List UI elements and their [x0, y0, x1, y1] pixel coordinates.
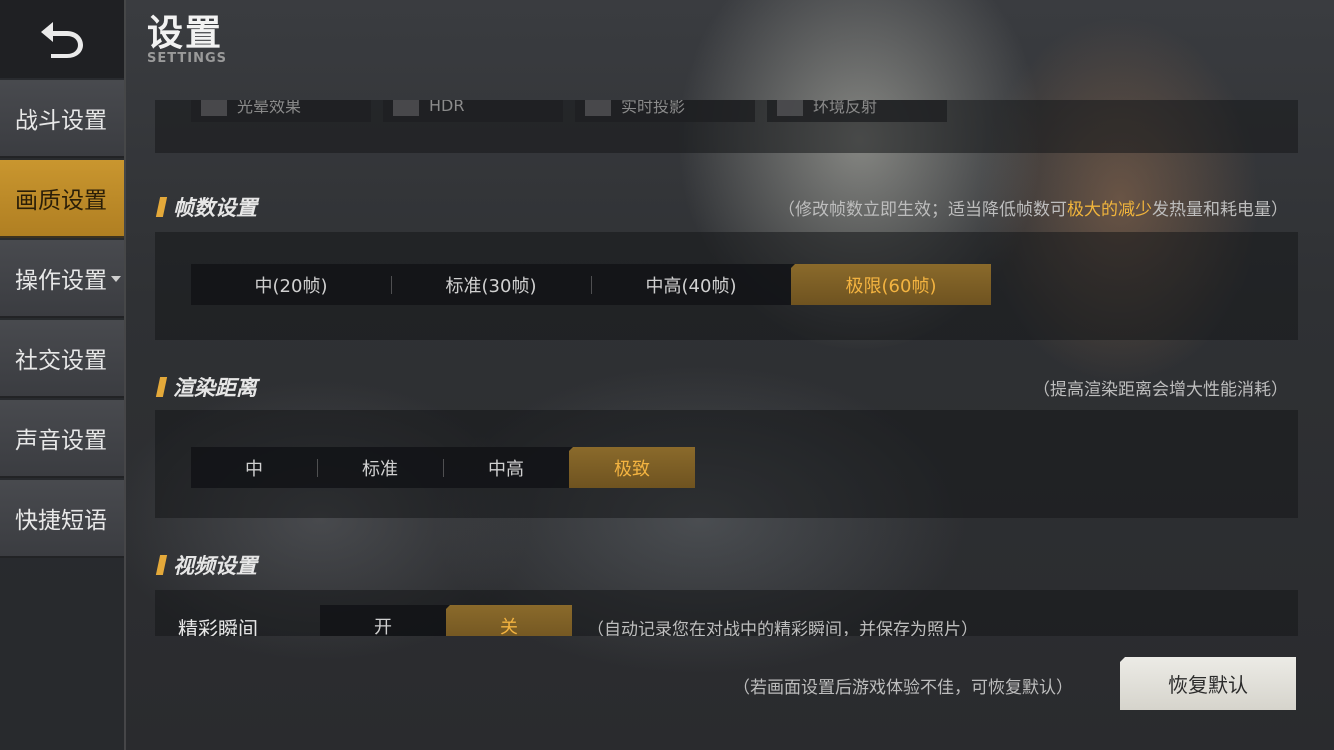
render-option-ultra[interactable]: 极致 [569, 447, 695, 488]
sidebar-item-controls[interactable]: 操作设置 [0, 240, 124, 318]
back-button[interactable] [0, 0, 124, 78]
sidebar-item-quick-phrases[interactable]: 快捷短语 [0, 480, 124, 558]
effect-option-env-reflection[interactable]: 环境反射 [767, 100, 947, 122]
section-marker [155, 555, 168, 575]
checkbox-icon [777, 100, 803, 116]
highlight-moment-toggle: 开 关 [320, 605, 572, 636]
sidebar-item-social[interactable]: 社交设置 [0, 320, 124, 398]
page-title: 设置 [147, 13, 224, 54]
render-option-medium[interactable]: 中 [191, 447, 317, 488]
section-marker [155, 377, 168, 397]
section-note: （提高渲染距离会增大性能消耗） [1033, 379, 1288, 400]
sidebar-item-label: 操作设置 [15, 268, 107, 294]
frame-option-30[interactable]: 标准(30帧) [391, 264, 591, 305]
sidebar-item-label: 画质设置 [15, 188, 107, 214]
frame-option-40[interactable]: 中高(40帧) [591, 264, 791, 305]
highlight-moment-label: 精彩瞬间 [178, 617, 258, 636]
video-header: 视频设置 [155, 550, 1298, 580]
render-distance-selector: 中 标准 中高 极致 [191, 447, 695, 488]
effect-option-realtime-shadow[interactable]: 实时投影 [575, 100, 755, 122]
highlight-on-option[interactable]: 开 [320, 605, 446, 637]
effect-label: 光晕效果 [237, 100, 302, 116]
settings-content[interactable]: 光晕效果 HDR 实时投影 环境反射 帧数设置 （修改帧数立即生效；适当降低帧数… [155, 100, 1298, 636]
section-note: （修改帧数立即生效；适当降低帧数可极大的减少发热量和耗电量） [778, 199, 1288, 220]
render-option-standard[interactable]: 标准 [317, 447, 443, 488]
sidebar-item-sound[interactable]: 声音设置 [0, 400, 124, 478]
page-header: 设置 SETTINGS [147, 13, 228, 66]
sidebar-item-label: 快捷短语 [15, 508, 107, 534]
section-title: 渲染距离 [173, 376, 257, 400]
frame-option-20[interactable]: 中(20帧) [191, 264, 391, 305]
effect-option-hdr[interactable]: HDR [383, 100, 563, 122]
highlight-moment-note: （自动记录您在对战中的精彩瞬间，并保存为照片） [587, 620, 978, 636]
effect-label: 实时投影 [621, 100, 686, 116]
checkbox-icon [393, 100, 419, 116]
render-distance-panel: 中 标准 中高 极致 [155, 410, 1298, 518]
section-title: 帧数设置 [173, 196, 257, 220]
highlight-off-option[interactable]: 关 [446, 605, 572, 636]
reset-default-button[interactable]: 恢复默认 [1120, 657, 1296, 710]
sidebar-item-label: 社交设置 [15, 348, 107, 374]
sidebar-item-label: 战斗设置 [15, 108, 107, 134]
reset-hint: （若画面设置后游戏体验不佳，可恢复默认） [733, 678, 1073, 698]
frame-rate-header: 帧数设置 （修改帧数立即生效；适当降低帧数可极大的减少发热量和耗电量） [155, 192, 1298, 222]
effect-option-bloom[interactable]: 光晕效果 [191, 100, 371, 122]
caret-down-icon [111, 276, 121, 282]
section-marker [155, 197, 168, 217]
sidebar: 战斗设置 画质设置 操作设置 社交设置 声音设置 快捷短语 [0, 0, 126, 750]
back-arrow-icon [41, 22, 83, 58]
page-subtitle: SETTINGS [147, 51, 228, 66]
video-panel: 精彩瞬间 开 关 （自动记录您在对战中的精彩瞬间，并保存为照片） [155, 590, 1298, 636]
frame-rate-selector: 中(20帧) 标准(30帧) 中高(40帧) 极限(60帧) [191, 264, 991, 305]
effect-label: 环境反射 [813, 100, 878, 116]
effects-options: 光晕效果 HDR 实时投影 环境反射 [191, 100, 947, 122]
render-distance-header: 渲染距离 （提高渲染距离会增大性能消耗） [155, 372, 1298, 402]
checkbox-icon [585, 100, 611, 116]
effects-panel: 光晕效果 HDR 实时投影 环境反射 [155, 100, 1298, 153]
frame-rate-panel: 中(20帧) 标准(30帧) 中高(40帧) 极限(60帧) [155, 232, 1298, 340]
checkbox-icon [201, 100, 227, 116]
frame-option-60[interactable]: 极限(60帧) [791, 264, 991, 305]
render-option-medium-high[interactable]: 中高 [443, 447, 569, 488]
section-title: 视频设置 [173, 554, 257, 578]
sidebar-item-combat[interactable]: 战斗设置 [0, 80, 124, 158]
effect-label: HDR [429, 100, 465, 115]
sidebar-item-label: 声音设置 [15, 428, 107, 454]
sidebar-item-graphics[interactable]: 画质设置 [0, 160, 124, 238]
